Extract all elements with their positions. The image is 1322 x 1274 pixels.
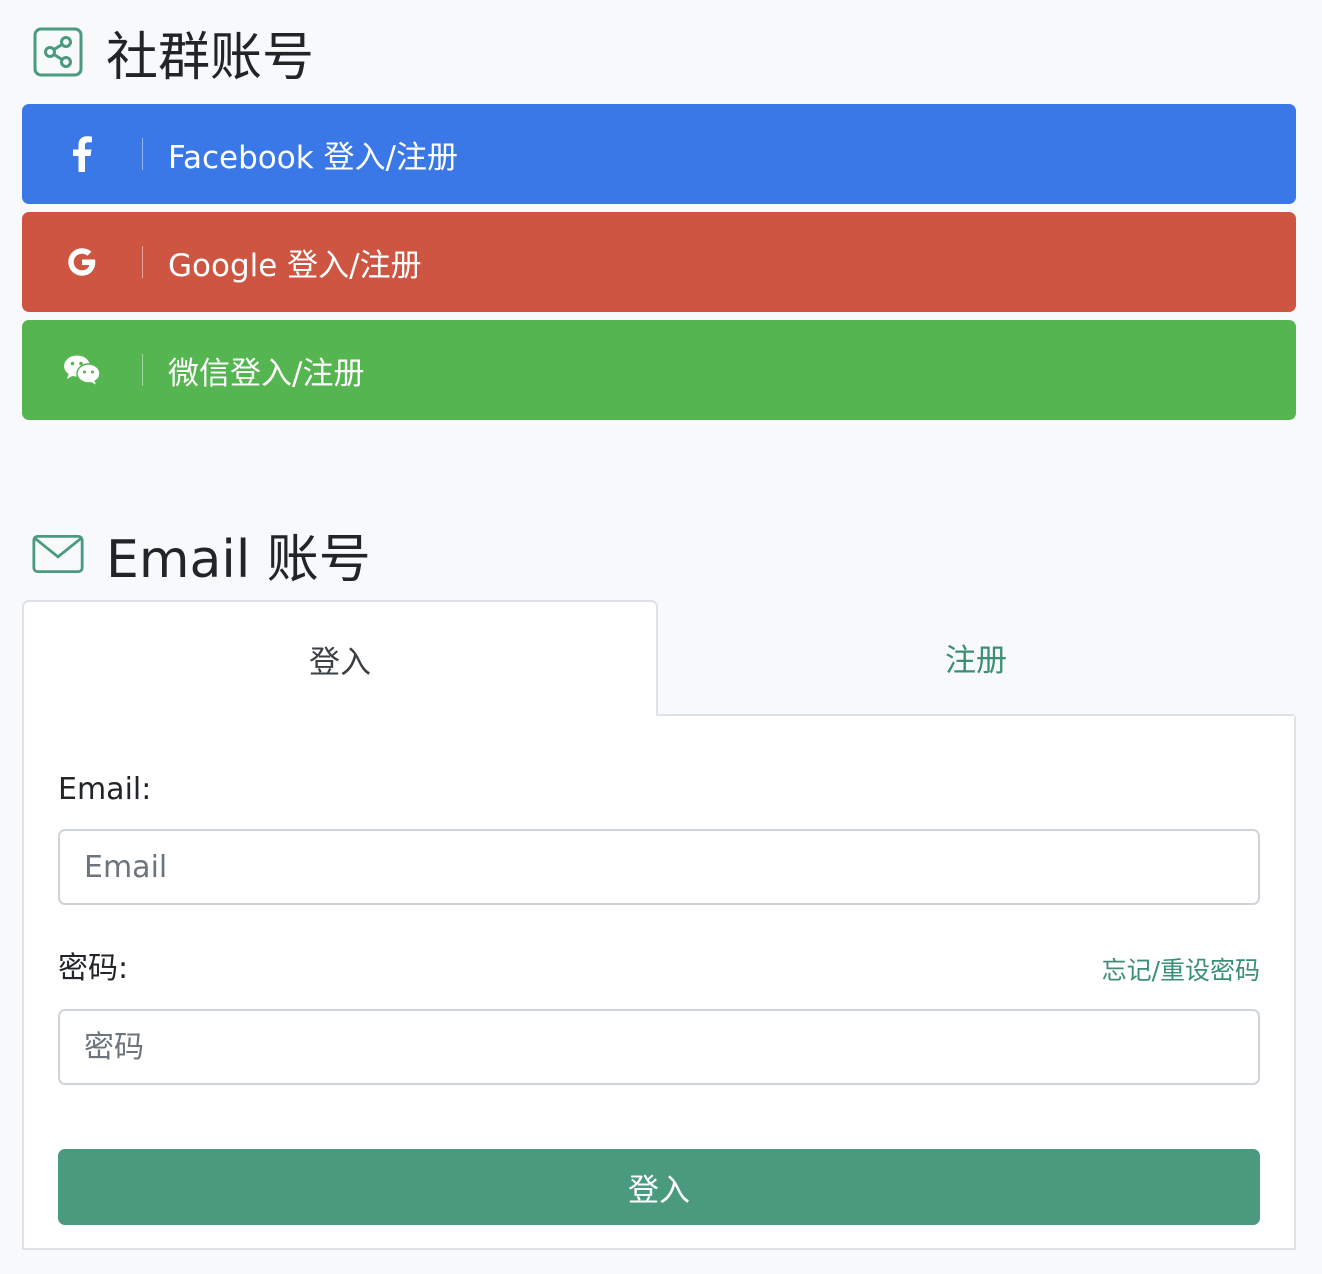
password-input[interactable] bbox=[58, 1009, 1260, 1085]
share-icon bbox=[32, 26, 84, 78]
facebook-login-button[interactable]: Facebook 登入/注册 bbox=[22, 104, 1296, 204]
login-form-panel: Email: 密码: 忘记/重设密码 登入 bbox=[22, 716, 1296, 1250]
tab-login[interactable]: 登入 bbox=[22, 600, 658, 716]
password-label: 密码: bbox=[58, 951, 129, 986]
social-title-text: 社群账号 bbox=[106, 27, 315, 88]
email-title-text: Email 账号 bbox=[106, 529, 371, 590]
email-tabs: 登入 注册 bbox=[22, 600, 1296, 716]
email-section-title: Email 账号 bbox=[22, 508, 1296, 600]
wechat-button-label: 微信登入/注册 bbox=[168, 355, 365, 392]
password-label-row: 密码: 忘记/重设密码 bbox=[58, 943, 1260, 987]
envelope-icon bbox=[32, 528, 84, 580]
button-separator bbox=[142, 354, 143, 386]
google-icon bbox=[22, 212, 142, 312]
button-separator bbox=[142, 246, 143, 278]
facebook-button-label: Facebook 登入/注册 bbox=[168, 139, 458, 176]
email-label-row: Email: bbox=[58, 772, 1260, 807]
social-section-title: 社群账号 bbox=[22, 0, 1296, 104]
email-label: Email: bbox=[58, 772, 152, 807]
google-button-label: Google 登入/注册 bbox=[168, 247, 422, 284]
email-input[interactable] bbox=[58, 829, 1260, 905]
forgot-password-link[interactable]: 忘记/重设密码 bbox=[1102, 951, 1260, 987]
wechat-icon bbox=[22, 320, 142, 420]
login-submit-button[interactable]: 登入 bbox=[58, 1149, 1260, 1225]
button-separator bbox=[142, 138, 143, 170]
wechat-login-button[interactable]: 微信登入/注册 bbox=[22, 320, 1296, 420]
tab-register[interactable]: 注册 bbox=[658, 600, 1294, 716]
login-page: 社群账号 Facebook 登入/注册 Google 登入/注册 微信登入/注册… bbox=[22, 0, 1296, 1250]
google-login-button[interactable]: Google 登入/注册 bbox=[22, 212, 1296, 312]
facebook-icon bbox=[22, 104, 142, 204]
